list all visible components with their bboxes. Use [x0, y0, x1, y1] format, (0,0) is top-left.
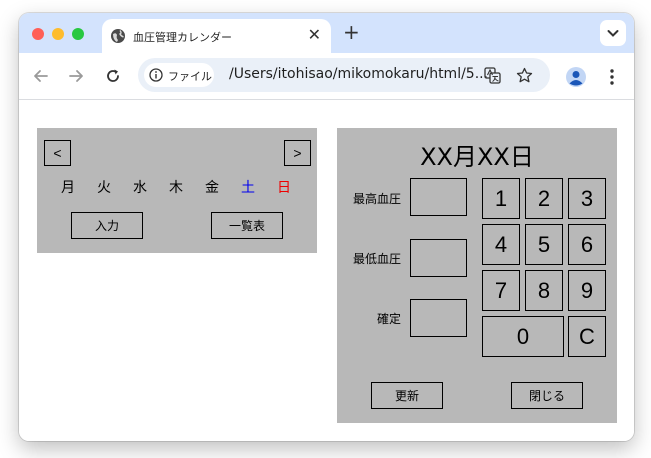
forward-arrow-icon[interactable] [66, 66, 86, 86]
systolic-label: 最高血圧 [352, 192, 401, 206]
window-zoom-dot[interactable] [72, 28, 84, 40]
browser-window: 血圧管理カレンダー ✕ + ファイル /Users/itohisao/mikom… [19, 13, 634, 441]
window-minimize-dot[interactable] [52, 28, 64, 40]
tab-search-button[interactable] [600, 20, 626, 46]
back-arrow-icon[interactable] [31, 66, 51, 86]
weekday-sun: 日 [277, 180, 291, 196]
reload-icon[interactable] [103, 66, 123, 86]
browser-tab[interactable]: 血圧管理カレンダー ✕ [102, 19, 331, 53]
tab-title: 血圧管理カレンダー [133, 31, 232, 44]
info-icon [149, 68, 163, 82]
confirm-label: 確定 [376, 312, 401, 326]
star-icon[interactable] [516, 67, 533, 84]
tab-close-icon[interactable]: ✕ [308, 25, 321, 44]
date-title: XX月XX日 [420, 143, 534, 171]
url-text[interactable]: /Users/itohisao/mikomokaru/html/5... [229, 66, 488, 82]
prev-month-button[interactable]: < [44, 140, 71, 166]
entry-panel: XX月XX日 最高血圧 最低血圧 確定 1 2 3 4 5 6 7 8 9 0 … [337, 128, 617, 423]
key-1-button[interactable]: 1 [482, 178, 520, 219]
diastolic-field[interactable] [410, 239, 467, 277]
diastolic-label: 最低血圧 [352, 252, 401, 266]
key-3-button[interactable]: 3 [568, 178, 606, 219]
confirm-field[interactable] [410, 299, 467, 337]
site-info-chip[interactable]: ファイル [144, 63, 214, 87]
site-info-label: ファイル [168, 70, 212, 83]
weekday-wed: 水 [133, 180, 147, 196]
chevron-down-icon [607, 30, 619, 37]
key-7-button[interactable]: 7 [482, 270, 520, 311]
key-6-button[interactable]: 6 [568, 224, 606, 265]
globe-icon [111, 29, 125, 43]
input-button[interactable]: 入力 [71, 212, 143, 239]
key-9-button[interactable]: 9 [568, 270, 606, 311]
translate-icon[interactable] [484, 67, 501, 84]
key-0-button[interactable]: 0 [482, 316, 564, 357]
next-month-button[interactable]: > [284, 140, 311, 166]
window-close-dot[interactable] [32, 28, 44, 40]
key-4-button[interactable]: 4 [482, 224, 520, 265]
page-content: < > 月 火 水 木 金 土 日 入力 一覧表 XX月XX日 最高血圧 最低血… [19, 100, 634, 441]
key-2-button[interactable]: 2 [525, 178, 563, 219]
key-8-button[interactable]: 8 [525, 270, 563, 311]
profile-avatar-icon[interactable] [565, 66, 587, 88]
new-tab-icon[interactable]: + [343, 21, 360, 43]
weekday-mon: 月 [61, 180, 75, 196]
close-button[interactable]: 閉じる [511, 382, 583, 409]
address-bar[interactable]: ファイル /Users/itohisao/mikomokaru/html/5..… [138, 58, 550, 92]
weekday-tue: 火 [97, 180, 111, 196]
key-5-button[interactable]: 5 [525, 224, 563, 265]
update-button[interactable]: 更新 [371, 382, 443, 409]
weekday-thu: 木 [169, 180, 183, 196]
list-view-button[interactable]: 一覧表 [211, 212, 283, 239]
weekday-fri: 金 [205, 180, 219, 196]
weekday-sat: 土 [241, 180, 255, 196]
clear-key-button[interactable]: C [568, 316, 606, 357]
kebab-menu-icon[interactable] [604, 68, 620, 86]
browser-toolbar: ファイル /Users/itohisao/mikomokaru/html/5..… [19, 53, 634, 100]
systolic-field[interactable] [410, 178, 467, 216]
calendar-panel: < > 月 火 水 木 金 土 日 入力 一覧表 [37, 128, 317, 253]
tab-strip: 血圧管理カレンダー ✕ + [19, 13, 634, 53]
